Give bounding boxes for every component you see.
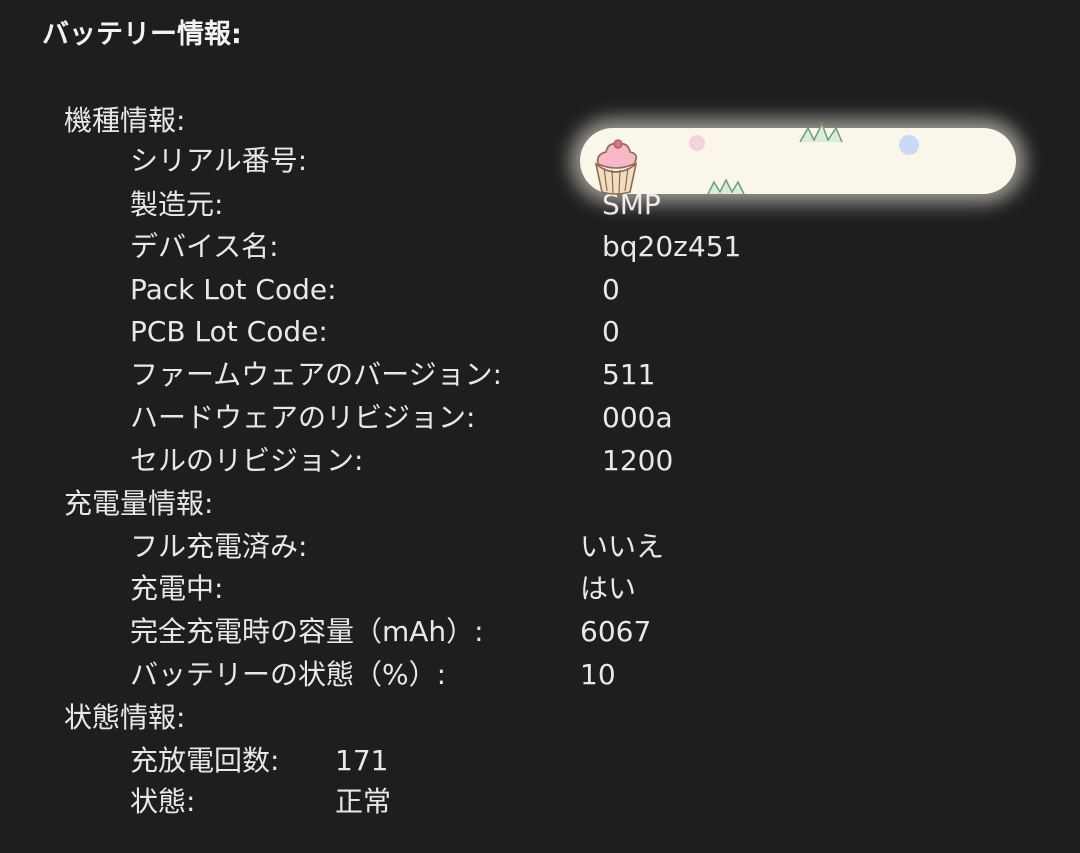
- section-heading: 機種情報:: [64, 104, 186, 137]
- info-value: bq20z451: [602, 230, 742, 263]
- info-row-cell-revision: セルのリビジョン: 1200: [0, 441, 1080, 481]
- info-value: 0: [602, 315, 620, 348]
- info-label: バッテリーの状態（%）:: [130, 658, 447, 691]
- info-row-condition: 状態: 正常: [0, 782, 1080, 822]
- info-row-full-charge-capacity: 完全充電時の容量（mAh）: 6067: [0, 612, 1080, 652]
- info-label: シリアル番号:: [130, 144, 308, 177]
- info-value: 6067: [580, 615, 652, 648]
- grass-icon: [799, 122, 843, 143]
- window-title: バッテリー情報:: [42, 19, 242, 50]
- info-label: フル充電済み:: [130, 530, 308, 563]
- info-label: 完全充電時の容量（mAh）:: [130, 615, 484, 648]
- charge-info-heading-row: 充電量情報:: [0, 484, 1080, 524]
- health-info-heading-row: 状態情報:: [0, 698, 1080, 738]
- info-label: セルのリビジョン:: [130, 444, 364, 477]
- info-row-pcb-lot-code: PCB Lot Code: 0: [0, 312, 1080, 352]
- info-value: いいえ: [580, 530, 665, 563]
- info-row-hardware-revision: ハードウェアのリビジョン: 000a: [0, 398, 1080, 438]
- serial-redaction-sticker: [580, 122, 1016, 195]
- info-label: ハードウェアのリビジョン:: [130, 401, 476, 434]
- info-value: 正常: [335, 785, 392, 818]
- info-value: 171: [335, 744, 389, 777]
- info-value: 10: [580, 658, 616, 691]
- pink-dot-icon: [689, 135, 705, 151]
- info-row-fully-charged: フル充電済み: いいえ: [0, 527, 1080, 567]
- info-label: 充電中:: [130, 572, 224, 605]
- info-label: 製造元:: [130, 188, 224, 221]
- section-heading: 状態情報:: [64, 701, 186, 734]
- cupcake-icon: [594, 139, 638, 195]
- info-label: 状態:: [130, 785, 196, 818]
- info-value: 000a: [602, 401, 673, 434]
- info-label: 充放電回数:: [130, 744, 280, 777]
- info-value: はい: [580, 572, 637, 605]
- info-row-charging: 充電中: はい: [0, 569, 1080, 609]
- info-label: デバイス名:: [130, 230, 279, 263]
- leaf-icon: [707, 178, 745, 195]
- info-label: Pack Lot Code:: [130, 273, 337, 306]
- blue-dot-icon: [899, 135, 919, 155]
- info-row-cycle-count: 充放電回数: 171: [0, 741, 1080, 781]
- section-heading: 充電量情報:: [64, 487, 214, 520]
- info-label: PCB Lot Code:: [130, 315, 328, 348]
- info-value: 511: [602, 358, 656, 391]
- info-value: 1200: [602, 444, 674, 477]
- info-row-device-name: デバイス名: bq20z451: [0, 227, 1080, 267]
- info-row-firmware-version: ファームウェアのバージョン: 511: [0, 355, 1080, 395]
- info-value: 0: [602, 273, 620, 306]
- info-label: ファームウェアのバージョン:: [130, 358, 503, 391]
- info-row-pack-lot-code: Pack Lot Code: 0: [0, 270, 1080, 310]
- info-row-battery-state-percent: バッテリーの状態（%）: 10: [0, 655, 1080, 695]
